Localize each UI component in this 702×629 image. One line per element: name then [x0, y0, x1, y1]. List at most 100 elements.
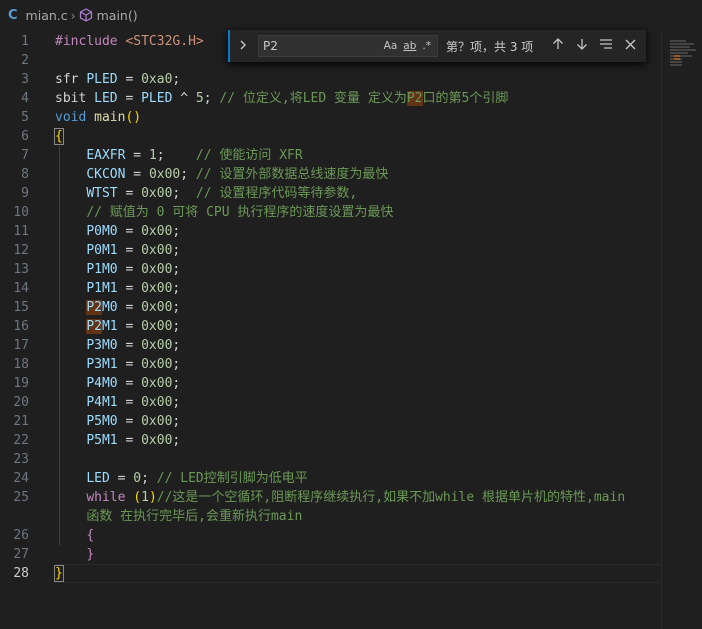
line-number: 4 — [21, 91, 29, 106]
code-line[interactable]: 9 WTST = 0x00; // 设置程序代码等待参数, — [0, 184, 662, 203]
code-token: // 赋值为 0 可将 CPU 执行程序的速度设置为最快 — [86, 205, 394, 220]
code-line[interactable]: 3 sfr PLED = 0xa0; — [0, 70, 662, 89]
code-token: = — [117, 186, 142, 201]
find-input[interactable]: P2 Aa ab .* — [258, 35, 438, 57]
code-token: ; — [172, 395, 181, 410]
line-number: 20 — [13, 395, 29, 410]
code-line[interactable]: 18 P3M1 = 0x00; — [0, 355, 662, 374]
code-token: while — [86, 490, 134, 505]
line-number: 14 — [13, 281, 29, 296]
code-text: sbit LED = PLED ^ 5; // 位定义,将LED 变量 定义为P… — [55, 89, 508, 108]
line-number: 2 — [21, 53, 29, 68]
code-token: = — [125, 167, 149, 182]
code-line[interactable]: 16 P2M1 = 0x00; — [0, 317, 662, 336]
code-text: WTST = 0x00; // 设置程序代码等待参数, — [55, 184, 357, 203]
match-whole-word-button[interactable]: ab — [403, 40, 416, 52]
code-editor[interactable]: 1 #include <STC32G.H> 2 3 sfr PLED = 0xa0; 4 s… — [0, 30, 702, 629]
code-line[interactable]: 5 void main() — [0, 108, 662, 127]
code-line[interactable]: 7 EAXFR = 1; // 使能访问 XFR — [0, 146, 662, 165]
line-number: 7 — [21, 148, 29, 163]
code-text: } — [55, 545, 94, 564]
find-in-selection-button[interactable] — [594, 38, 618, 54]
code-token: { — [86, 528, 95, 543]
code-token: LED — [94, 91, 118, 106]
code-token: 0x00 — [141, 243, 173, 258]
code-token: ; — [172, 319, 181, 334]
breadcrumb: C mian.c › main() — [0, 0, 702, 30]
code-token: = — [117, 91, 142, 106]
code-token: P5M0 — [86, 414, 118, 429]
minimap[interactable] — [670, 40, 698, 80]
scrollbar-track[interactable] — [661, 30, 662, 629]
code-line[interactable]: 27 } — [0, 545, 662, 564]
code-line[interactable]: 13 P1M0 = 0x00; — [0, 260, 662, 279]
code-token: //这是一个空循环,阻断程序继续执行,如果不加while 根据单片机的特性,ma… — [156, 490, 626, 505]
line-number: 8 — [21, 167, 29, 182]
code-text: CKCON = 0x00; // 设置外部数据总线速度为最快 — [55, 165, 388, 184]
code-line[interactable]: 11 P0M0 = 0x00; — [0, 222, 662, 241]
line-number: 24 — [13, 471, 29, 486]
search-match-highlight: P2 — [86, 300, 102, 315]
line-number: 26 — [13, 528, 29, 543]
close-find-button[interactable] — [618, 38, 642, 54]
code-token: 0x00 — [141, 186, 173, 201]
code-token: EAXFR — [86, 148, 126, 163]
code-token: M0 — [101, 300, 118, 315]
code-token: // 使能访问 XFR — [195, 148, 303, 163]
line-number: 10 — [13, 205, 29, 220]
code-token: sfr — [55, 72, 87, 87]
code-line[interactable]: 25 while (1)//这是一个空循环,阻断程序继续执行,如果不加while… — [0, 488, 662, 507]
code-line[interactable]: 14 P1M1 = 0x00; — [0, 279, 662, 298]
code-line[interactable]: 12 P0M1 = 0x00; — [0, 241, 662, 260]
code-line[interactable]: 10 // 赋值为 0 可将 CPU 执行程序的速度设置为最快 — [0, 203, 662, 222]
code-line[interactable]: 19 P4M0 = 0x00; — [0, 374, 662, 393]
find-toggle-replace-button[interactable] — [234, 39, 252, 53]
line-number: 28 — [13, 566, 29, 581]
line-number: 21 — [13, 414, 29, 429]
code-line[interactable]: 20 P4M1 = 0x00; — [0, 393, 662, 412]
code-line[interactable]: 26 { — [0, 526, 662, 545]
code-token: // LED控制引脚为低电平 — [156, 471, 308, 486]
breadcrumb-file[interactable]: mian.c — [26, 8, 68, 23]
code-token: 5 — [195, 91, 204, 106]
code-line[interactable]: 4 sbit LED = PLED ^ 5; // 位定义,将LED 变量 定义为… — [0, 89, 662, 108]
match-case-button[interactable]: Aa — [384, 40, 398, 52]
code-line[interactable]: 24 LED = 0; // LED控制引脚为低电平 — [0, 469, 662, 488]
code-token: 函数 在执行完毕后,会重新执行main — [86, 509, 303, 524]
code-line[interactable]: 21 P5M0 = 0x00; — [0, 412, 662, 431]
code-token: 0x00 — [141, 433, 173, 448]
code-token: 0x00 — [141, 281, 173, 296]
code-token: 0 — [133, 471, 142, 486]
arrow-up-icon — [553, 38, 563, 49]
code-token: = — [117, 338, 142, 353]
code-token: ; — [172, 433, 181, 448]
code-line[interactable]: 15 P2M0 = 0x00; — [0, 298, 662, 317]
code-text: } — [54, 564, 64, 583]
code-token: ; — [172, 186, 196, 201]
code-line[interactable]: 23 — [0, 450, 662, 469]
code-token: P3M0 — [86, 338, 118, 353]
code-line[interactable]: 函数 在执行完毕后,会重新执行main — [0, 507, 662, 526]
code-line[interactable]: 6{ — [0, 127, 662, 146]
code-text: while (1)//这是一个空循环,阻断程序继续执行,如果不加while 根据… — [55, 488, 625, 507]
code-line[interactable]: 17 P3M0 = 0x00; — [0, 336, 662, 355]
line-number: 5 — [21, 110, 29, 125]
code-line[interactable]: 22 P5M1 = 0x00; — [0, 431, 662, 450]
code-token: PLED — [86, 72, 118, 87]
code-token: = — [117, 357, 142, 372]
code-token: P5M1 — [86, 433, 118, 448]
code-token: () — [125, 110, 142, 125]
code-token: P1M0 — [86, 262, 118, 277]
previous-match-button[interactable] — [546, 38, 570, 54]
next-match-button[interactable] — [570, 38, 594, 54]
code-text: P5M1 = 0x00; — [55, 431, 180, 450]
code-line[interactable]: 28} — [0, 564, 662, 583]
code-token: ) — [148, 490, 157, 505]
line-number: 12 — [13, 243, 29, 258]
use-regex-button[interactable]: .* — [422, 40, 431, 52]
current-line-highlight — [55, 564, 661, 583]
line-number: 13 — [13, 262, 29, 277]
code-line[interactable]: 8 CKCON = 0x00; // 设置外部数据总线速度为最快 — [0, 165, 662, 184]
breadcrumb-symbol[interactable]: main() — [97, 8, 138, 23]
